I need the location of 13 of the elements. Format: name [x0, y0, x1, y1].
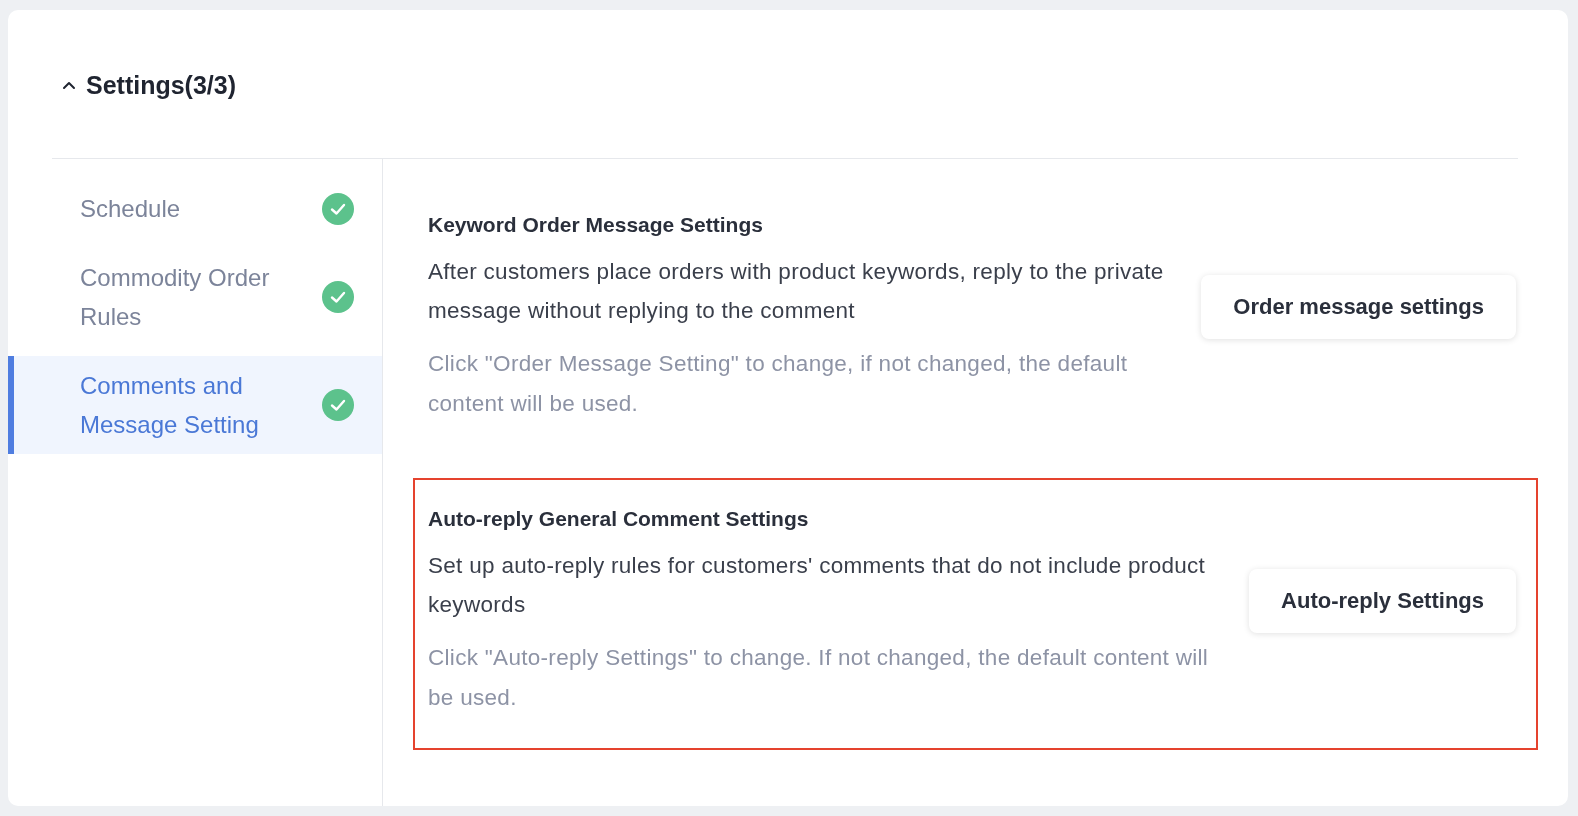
section-title: Auto-reply General Comment Settings	[428, 506, 810, 532]
settings-button[interactable]: Auto-reply Settings	[1249, 569, 1516, 633]
section-description: Set up auto-reply rules for customers' comments that do not include product keywords	[428, 552, 1207, 619]
chevron-up-icon[interactable]	[62, 80, 76, 90]
section-description: After customers place orders with product keywords, reply to the private message without replying to the comment	[428, 258, 1165, 325]
step-item[interactable]: Comments and Message Setting	[8, 356, 382, 454]
settings-button[interactable]: Order message settings	[1201, 275, 1516, 339]
step-item[interactable]: Schedule	[8, 179, 382, 238]
step-item[interactable]: Commodity Order Rules	[8, 248, 382, 346]
panel-title: Settings(3/3)	[86, 70, 237, 100]
section-hint: Click "Auto-reply Settings" to change. If not changed, the default content will be used.	[428, 644, 1210, 712]
section-title: Keyword Order Message Settings	[428, 212, 764, 238]
section-hint: Click "Order Message Setting" to change, if not changed, the default content will be used.	[428, 350, 1129, 418]
